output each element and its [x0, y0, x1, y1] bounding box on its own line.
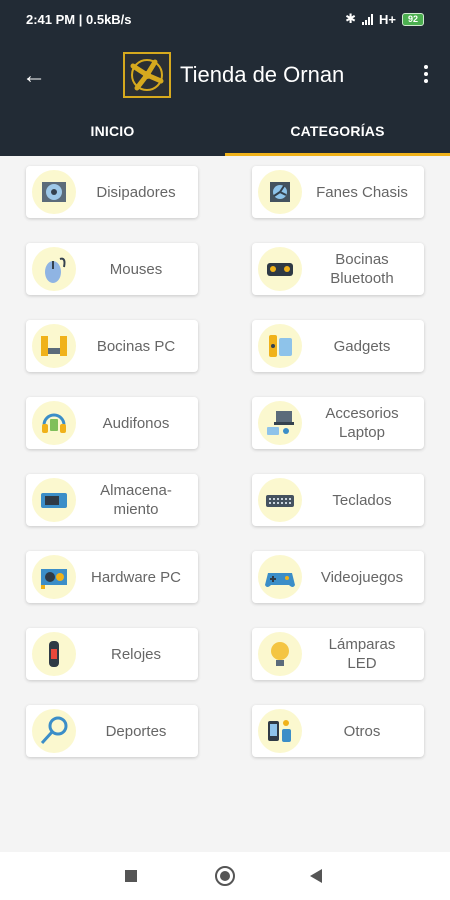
status-icons: ✱ H+ 92: [345, 11, 424, 27]
category-label: Mouses: [109, 260, 163, 278]
misc-devices-icon: [258, 709, 302, 753]
racket-icon: [32, 709, 76, 753]
category-card-teclados[interactable]: Teclados: [252, 474, 424, 526]
category-label: Fanes Chasis: [316, 183, 408, 201]
back-arrow-icon[interactable]: ←: [18, 60, 50, 92]
gadgets-icon: [258, 324, 302, 368]
bluetooth-speaker-icon: [258, 247, 302, 291]
category-card-otros[interactable]: Otros: [252, 705, 424, 757]
category-card-almacenamiento[interactable]: Almacena- miento: [26, 474, 198, 526]
category-label: Lámparas LED: [328, 636, 396, 672]
category-label: Relojes: [110, 645, 162, 663]
category-card-disipadores[interactable]: Disipadores: [26, 166, 198, 218]
category-card-gadgets[interactable]: Gadgets: [252, 320, 424, 372]
category-card-fanes-chasis[interactable]: Fanes Chasis: [252, 166, 424, 218]
app-title: Tienda de Ornan: [180, 62, 345, 87]
status-bar: 2:41 PM | 0.5kB/s ✱ H+ 92: [0, 0, 450, 40]
category-card-bocinas-pc[interactable]: Bocinas PC: [26, 320, 198, 372]
tab-bar: INICIO CATEGORÍAS: [0, 112, 450, 156]
home-icon[interactable]: [215, 866, 235, 886]
category-card-lamparas-led[interactable]: Lámparas LED: [252, 628, 424, 680]
laptop-accessories-icon: [258, 401, 302, 445]
tab-inicio[interactable]: INICIO: [0, 112, 225, 156]
category-label: Bocinas Bluetooth: [330, 251, 394, 287]
category-card-relojes[interactable]: Relojes: [26, 628, 198, 680]
category-label: Videojuegos: [320, 568, 404, 586]
category-label: Teclados: [332, 491, 392, 509]
category-label: Gadgets: [333, 337, 391, 355]
store-logo: [123, 52, 171, 98]
led-bulb-icon: [258, 632, 302, 676]
category-label: Accesorios Laptop: [325, 405, 399, 441]
tab-categorias[interactable]: CATEGORÍAS: [225, 112, 450, 156]
system-nav-bar: [0, 852, 450, 900]
graphics-card-icon: [32, 555, 76, 599]
category-label: Deportes: [105, 722, 167, 740]
cooler-fan-icon: [32, 170, 76, 214]
pc-speakers-icon: [32, 324, 76, 368]
case-fan-icon: [258, 170, 302, 214]
category-card-deportes[interactable]: Deportes: [26, 705, 198, 757]
network-type: H+: [379, 11, 396, 27]
smartwatch-icon: [32, 632, 76, 676]
nav-back-icon[interactable]: [310, 869, 322, 883]
category-card-hardware-pc[interactable]: Hardware PC: [26, 551, 198, 603]
recents-icon[interactable]: [125, 870, 137, 882]
ssd-icon: [32, 478, 76, 522]
status-time-speed: 2:41 PM | 0.5kB/s: [26, 12, 132, 27]
category-card-bocinas-bluetooth[interactable]: Bocinas Bluetooth: [252, 243, 424, 295]
category-card-videojuegos[interactable]: Videojuegos: [252, 551, 424, 603]
category-card-mouses[interactable]: Mouses: [26, 243, 198, 295]
battery-icon: 92: [401, 12, 424, 26]
category-label: Audifonos: [102, 414, 170, 432]
category-label: Disipadores: [96, 183, 176, 201]
category-card-accesorios-laptop[interactable]: Accesorios Laptop: [252, 397, 424, 449]
category-label: Bocinas PC: [96, 337, 176, 355]
headphones-icon: [32, 401, 76, 445]
bluetooth-icon: ✱: [345, 11, 356, 26]
category-label: Hardware PC: [90, 568, 182, 586]
overflow-menu-icon[interactable]: [414, 62, 438, 90]
tab-indicator: [225, 153, 450, 156]
category-label: Otros: [343, 722, 381, 740]
category-card-audifonos[interactable]: Audifonos: [26, 397, 198, 449]
mouse-icon: [32, 247, 76, 291]
gamepad-icon: [258, 555, 302, 599]
keyboard-icon: [258, 478, 302, 522]
signal-icon: [362, 13, 373, 25]
category-label: Almacena- miento: [100, 482, 172, 518]
app-bar: ← Tienda de Ornan: [0, 40, 450, 112]
